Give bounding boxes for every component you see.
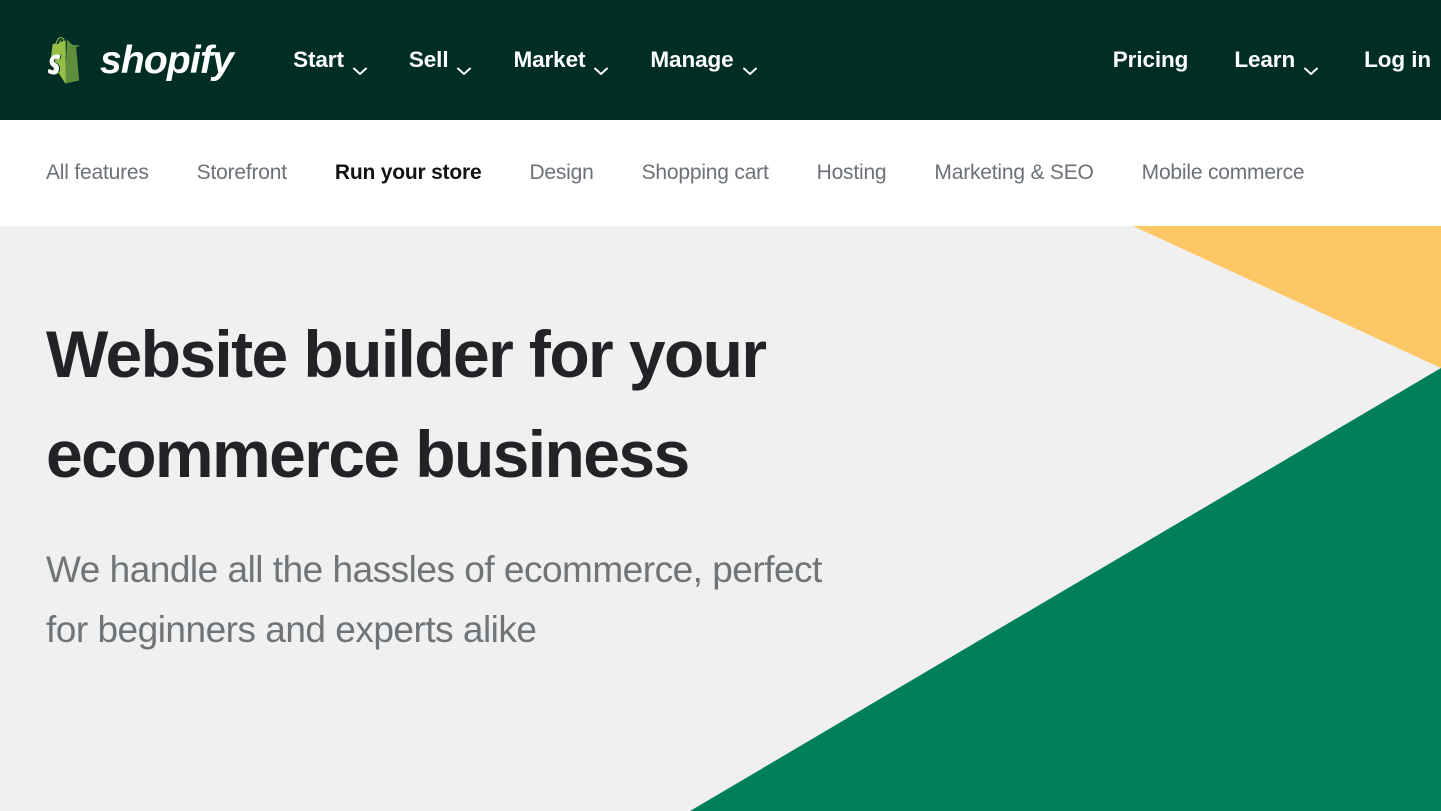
nav-item-manage-label: Manage	[650, 47, 734, 72]
nav-item-market-label: Market	[513, 47, 586, 72]
subnav-item-marketing-seo[interactable]: Marketing & SEO	[934, 161, 1093, 185]
subnav-item-hosting[interactable]: Hosting	[817, 161, 887, 185]
subnav-item-mobile-commerce[interactable]: Mobile commerce	[1142, 161, 1305, 185]
hero-subtitle: We handle all the hassles of ecommerce, …	[46, 549, 822, 650]
nav-item-learn-label: Learn	[1234, 47, 1296, 72]
shopify-wordmark: shopify	[100, 38, 234, 82]
shopify-logo-link[interactable]: shopify	[46, 36, 234, 84]
nav-item-market[interactable]: Market	[513, 47, 609, 75]
nav-item-learn[interactable]: Learn	[1234, 47, 1319, 75]
subnav-item-design[interactable]: Design	[529, 161, 593, 185]
subnav-item-storefront[interactable]: Storefront	[197, 161, 287, 185]
shopify-bag-icon	[46, 36, 86, 84]
chevron-down-icon	[594, 56, 609, 75]
secondary-nav-group: Pricing Learn Log in	[1113, 0, 1441, 120]
nav-item-start-label: Start	[293, 47, 344, 72]
nav-item-manage[interactable]: Manage	[650, 47, 757, 75]
subnav-item-run-your-store[interactable]: Run your store	[335, 161, 482, 185]
chevron-down-icon	[742, 56, 757, 75]
hero-copy-block: Website builder for your ecommerce busin…	[46, 226, 876, 660]
top-navigation-bar: shopify Start Sell Market Manage Pricing…	[0, 0, 1441, 120]
subnav-item-all-features[interactable]: All features	[46, 161, 149, 185]
nav-item-log-in-label: Log in	[1364, 47, 1431, 72]
nav-item-sell-label: Sell	[408, 47, 449, 72]
chevron-down-icon	[457, 56, 472, 75]
yellow-triangle-shape	[1133, 226, 1441, 368]
chevron-down-icon	[352, 56, 367, 75]
nav-item-start[interactable]: Start	[293, 47, 367, 75]
page-title: Website builder for your ecommerce busin…	[46, 317, 767, 491]
feature-sub-navigation: All features Storefront Run your store D…	[0, 120, 1441, 226]
subnav-item-shopping-cart[interactable]: Shopping cart	[642, 161, 769, 185]
hero-section: Website builder for your ecommerce busin…	[0, 226, 1441, 811]
nav-item-log-in[interactable]: Log in	[1364, 47, 1431, 73]
chevron-down-icon	[1304, 56, 1319, 75]
primary-nav-group: Start Sell Market Manage	[293, 47, 757, 75]
nav-item-pricing-label: Pricing	[1112, 47, 1189, 72]
nav-item-sell[interactable]: Sell	[408, 47, 472, 75]
nav-item-pricing[interactable]: Pricing	[1113, 47, 1189, 73]
